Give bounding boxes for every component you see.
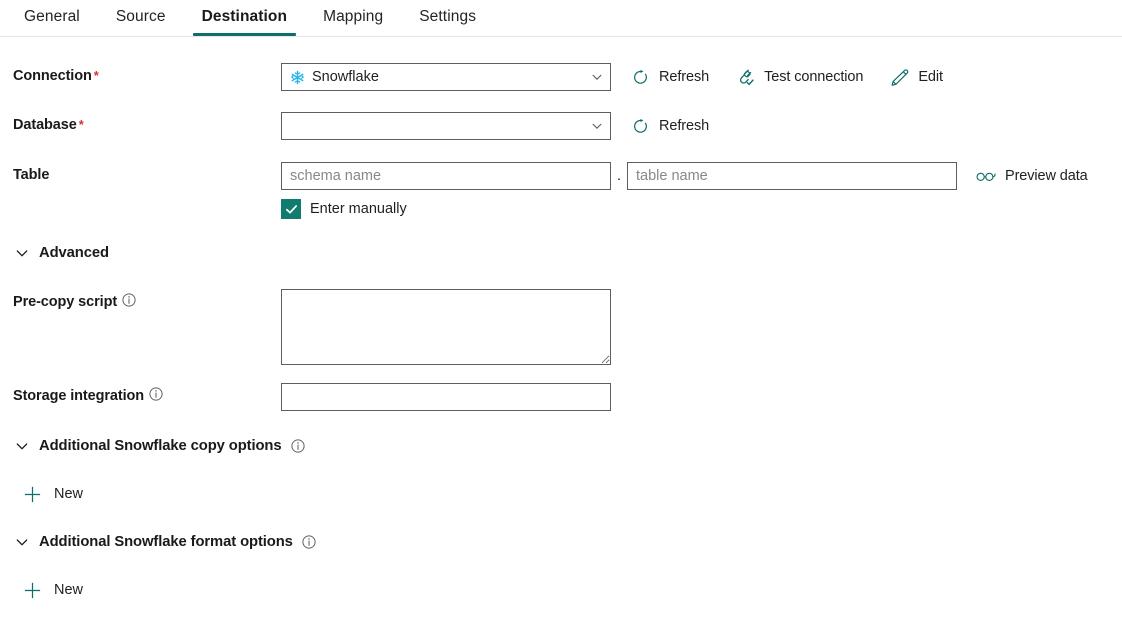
format-options-section-header[interactable]: Additional Snowflake format options [0, 533, 316, 551]
pre-copy-script-controls [281, 289, 1122, 365]
enter-manually-label: Enter manually [310, 201, 407, 217]
destination-form: Connection * Snowflake Refresh Test conn… [0, 63, 1122, 600]
preview-data-button[interactable]: Preview data [976, 166, 1088, 186]
preview-data-label: Preview data [1005, 168, 1088, 184]
enter-manually-checkbox[interactable] [281, 199, 301, 219]
pre-copy-script-row: Pre-copy script [0, 289, 1122, 365]
database-label-text: Database [13, 117, 77, 133]
chevron-down-icon [591, 120, 603, 132]
plus-icon [22, 484, 42, 504]
connection-controls: Snowflake Refresh Test connection Edit [281, 63, 1122, 91]
storage-integration-label: Storage integration [13, 383, 281, 405]
glasses-icon [976, 166, 996, 186]
table-commands: Preview data [976, 162, 1088, 190]
refresh-database-button[interactable]: Refresh [630, 116, 709, 136]
tab-source[interactable]: Source [104, 0, 178, 36]
table-controls: . Preview data [281, 162, 1122, 190]
pre-copy-script-label-text: Pre-copy script [13, 294, 118, 310]
info-icon[interactable] [302, 535, 316, 549]
plus-icon [22, 580, 42, 600]
advanced-label: Advanced [39, 245, 109, 261]
refresh-icon [630, 67, 650, 87]
table-row: Table . [0, 162, 1122, 190]
format-options-label: Additional Snowflake format options [39, 534, 293, 550]
storage-integration-label-text: Storage integration [13, 388, 145, 404]
tab-strip: General Source Destination Mapping Setti… [0, 0, 1122, 37]
connection-dropdown[interactable]: Snowflake [281, 63, 611, 91]
advanced-section-header[interactable]: Advanced [0, 244, 109, 262]
connection-value: Snowflake [312, 69, 379, 85]
add-format-option-label: New [54, 582, 84, 598]
schema-table-separator: . [616, 168, 622, 184]
connection-commands: Refresh Test connection Edit [630, 63, 943, 91]
pre-copy-script-label: Pre-copy script [13, 289, 281, 311]
plug-check-icon [735, 67, 755, 87]
tab-destination[interactable]: Destination [190, 0, 300, 36]
copy-options-section-header[interactable]: Additional Snowflake copy options [0, 437, 305, 455]
connection-row: Connection * Snowflake Refresh Test conn… [0, 63, 1122, 91]
connection-label: Connection * [13, 63, 281, 85]
edit-connection-label: Edit [918, 69, 943, 85]
info-icon[interactable] [122, 293, 136, 307]
database-commands: Refresh [630, 112, 709, 140]
chevron-down-icon [13, 437, 31, 455]
test-connection-button[interactable]: Test connection [735, 67, 863, 87]
chevron-down-icon [591, 71, 603, 83]
info-icon[interactable] [149, 387, 163, 401]
database-row: Database * Refresh [0, 112, 1122, 140]
add-format-option-button[interactable]: New [0, 580, 83, 600]
check-icon [285, 204, 297, 214]
database-dropdown[interactable] [281, 112, 611, 140]
required-asterisk: * [78, 117, 84, 132]
table-label: Table [13, 162, 281, 184]
connection-label-text: Connection [13, 68, 92, 84]
add-copy-option-label: New [54, 486, 84, 502]
refresh-connection-label: Refresh [659, 69, 710, 85]
enter-manually-checkbox-row[interactable]: Enter manually [0, 199, 407, 219]
table-label-text: Table [13, 167, 50, 183]
refresh-icon [630, 116, 650, 136]
schema-name-input[interactable] [281, 162, 611, 190]
tab-settings[interactable]: Settings [407, 0, 488, 36]
database-label: Database * [13, 112, 281, 134]
pre-copy-script-textarea[interactable] [281, 289, 611, 365]
edit-connection-button[interactable]: Edit [889, 67, 943, 87]
refresh-connection-button[interactable]: Refresh [630, 67, 709, 87]
copy-options-label: Additional Snowflake copy options [39, 438, 282, 454]
table-name-input[interactable] [627, 162, 957, 190]
required-asterisk: * [93, 68, 99, 83]
snowflake-icon [290, 70, 305, 85]
chevron-down-icon [13, 244, 31, 262]
add-copy-option-button[interactable]: New [0, 484, 83, 504]
database-controls: Refresh [281, 112, 1122, 140]
storage-integration-controls [281, 383, 1122, 411]
info-icon[interactable] [290, 439, 305, 453]
pencil-icon [889, 67, 909, 87]
chevron-down-icon [13, 533, 31, 551]
storage-integration-input[interactable] [281, 383, 611, 411]
tab-general[interactable]: General [12, 0, 92, 36]
refresh-database-label: Refresh [659, 118, 710, 134]
storage-integration-row: Storage integration [0, 383, 1122, 411]
tab-mapping[interactable]: Mapping [311, 0, 395, 36]
test-connection-label: Test connection [764, 69, 864, 85]
